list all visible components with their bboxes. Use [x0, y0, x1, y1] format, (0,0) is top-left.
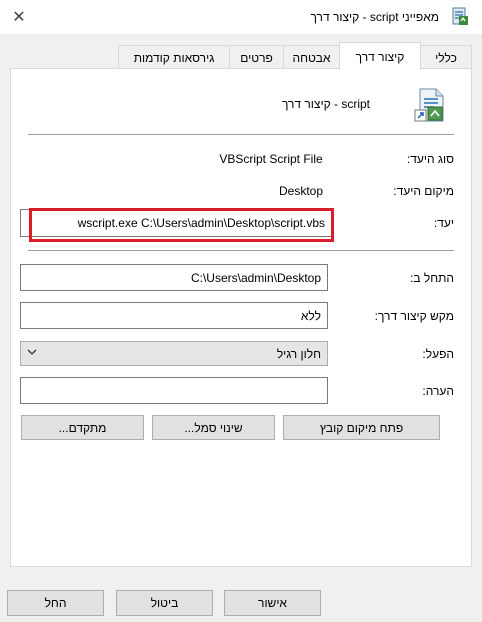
run-label: הפעל:	[422, 347, 454, 361]
comment-input[interactable]	[20, 377, 328, 404]
window-title: מאפייני script - קיצור דרך	[310, 10, 440, 24]
chevron-down-icon	[27, 345, 37, 362]
target-type-value: VBScript Script File	[219, 152, 323, 166]
tab-label: גירסאות קודמות	[133, 50, 215, 65]
change-icon-button[interactable]: שינוי סמל...	[152, 415, 275, 440]
button-label: שינוי סמל...	[184, 420, 243, 435]
close-icon: ✕	[12, 9, 26, 26]
tab-label: קיצור דרך	[355, 49, 405, 64]
target-location-value: Desktop	[278, 184, 324, 198]
divider-middle	[28, 250, 454, 251]
close-button[interactable]: ✕	[0, 0, 38, 34]
button-label: מתקדם...	[58, 420, 107, 435]
tab-previous-versions[interactable]: גירסאות קודמות	[118, 45, 230, 69]
tab-label: אבטחה	[292, 50, 331, 65]
start-in-input[interactable]: C:\Users\admin\Desktop	[20, 264, 328, 291]
start-in-text: C:\Users\admin\Desktop	[190, 270, 321, 285]
target-label: יעד:	[433, 216, 454, 230]
apply-button[interactable]: החל	[7, 590, 104, 616]
target-type-label: סוג היעד:	[406, 152, 454, 166]
button-label: ביטול	[150, 596, 179, 610]
shortcut-key-label: מקש קיצור דרך:	[374, 309, 454, 323]
divider-top	[28, 134, 454, 135]
button-label: פתח מיקום קובץ	[319, 420, 404, 435]
run-select[interactable]: חלון רגיל	[20, 341, 328, 366]
tab-details[interactable]: פרטים	[229, 45, 284, 69]
highlight-box	[29, 208, 334, 242]
shortcut-name: script - קיצור דרך	[281, 97, 370, 111]
vbscript-shortcut-icon	[414, 87, 448, 123]
comment-label: הערה:	[422, 384, 454, 398]
shortcut-key-text: ללא	[300, 308, 321, 323]
advanced-button[interactable]: מתקדם...	[21, 415, 144, 440]
script-file-icon	[450, 7, 470, 27]
button-label: החל	[44, 596, 67, 610]
tab-general[interactable]: כללי	[420, 45, 472, 69]
run-select-value: חלון רגיל	[276, 347, 321, 361]
start-in-label: התחל ב:	[410, 271, 454, 285]
tab-security[interactable]: אבטחה	[283, 45, 340, 69]
open-file-location-button[interactable]: פתח מיקום קובץ	[283, 415, 440, 440]
button-label: אישור	[258, 596, 287, 610]
tab-shortcut[interactable]: קיצור דרך	[339, 42, 421, 70]
cancel-button[interactable]: ביטול	[116, 590, 213, 616]
shortcut-key-input[interactable]: ללא	[20, 302, 328, 329]
target-location-label: מיקום היעד:	[393, 184, 454, 198]
tab-label: פרטים	[240, 50, 273, 65]
tab-label: כללי	[435, 50, 457, 65]
ok-button[interactable]: אישור	[224, 590, 321, 616]
